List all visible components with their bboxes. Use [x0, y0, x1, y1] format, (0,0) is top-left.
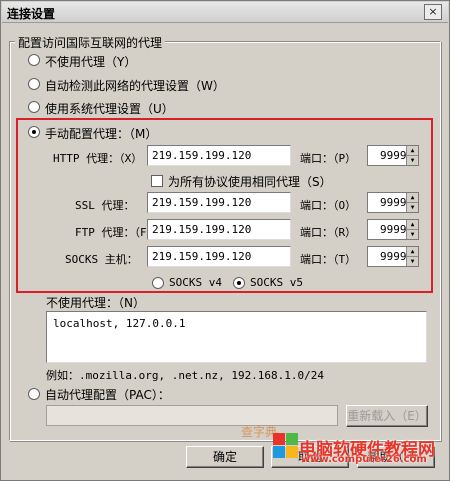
system-proxy-label: 使用系统代理设置（U） — [45, 102, 174, 116]
socks-v4-label: SOCKS v4 — [169, 276, 222, 289]
ssl-port-label: 端口：（O） — [300, 199, 357, 212]
connection-settings-dialog: 连接设置 × 配置访问国际互联网的代理 不使用代理（Y） 自动检测此网络的代理设… — [0, 0, 450, 481]
http-port-value: 9999 — [380, 149, 407, 162]
ftp-port-spinner[interactable]: 9999 ▲ ▼ — [367, 219, 419, 240]
close-button[interactable]: × — [424, 4, 442, 20]
radio-manual-proxy[interactable] — [28, 126, 40, 138]
title-bar: 连接设置 × — [2, 2, 448, 23]
ok-button[interactable]: 确定 — [186, 446, 264, 468]
http-proxy-label: HTTP 代理：（X） — [53, 152, 143, 165]
ssl-port-value: 9999 — [380, 196, 407, 209]
http-port-spinner[interactable]: 9999 ▲ ▼ — [367, 145, 419, 166]
ftp-proxy-input[interactable]: 219.159.199.120 — [147, 219, 291, 240]
socks-v5-label: SOCKS v5 — [250, 276, 303, 289]
spinner-arrows[interactable]: ▲ ▼ — [406, 146, 418, 165]
reload-button[interactable]: 重新载入（E） — [346, 405, 428, 427]
watermark-text-small: 查字典 — [241, 425, 278, 439]
socks-host-input[interactable]: 219.159.199.120 — [147, 246, 291, 267]
radio-auto-detect[interactable] — [28, 78, 40, 90]
ftp-proxy-label: FTP 代理：（F） — [75, 226, 158, 239]
ssl-proxy-input[interactable]: 219.159.199.120 — [147, 192, 291, 213]
same-proxy-label: 为所有协议使用相同代理（S） — [168, 175, 332, 189]
spinner-arrows[interactable]: ▲ ▼ — [406, 220, 418, 239]
auto-detect-label: 自动检测此网络的代理设置（W） — [45, 79, 225, 93]
ftp-port-value: 9999 — [380, 223, 407, 236]
socks-host-label: SOCKS 主机： — [65, 253, 138, 266]
watermark-url: www.computer26.com — [301, 454, 427, 465]
radio-socks-v4[interactable] — [152, 277, 164, 289]
radio-pac[interactable] — [28, 388, 40, 400]
manual-proxy-label: 手动配置代理：（M） — [45, 127, 158, 141]
pac-url-input[interactable] — [46, 405, 338, 426]
socks-port-label: 端口：（T） — [300, 253, 357, 266]
radio-no-proxy[interactable] — [28, 54, 40, 66]
http-proxy-input[interactable]: 219.159.199.120 — [147, 145, 291, 166]
no-proxy-label: 不使用代理（Y） — [45, 55, 137, 69]
group-label: 配置访问国际互联网的代理 — [15, 34, 166, 51]
ssl-proxy-label: SSL 代理： — [75, 199, 135, 212]
socks-port-spinner[interactable]: 9999 ▲ ▼ — [367, 246, 419, 267]
radio-socks-v5[interactable] — [233, 277, 245, 289]
ssl-port-spinner[interactable]: 9999 ▲ ▼ — [367, 192, 419, 213]
windows-logo-icon — [273, 433, 299, 459]
no-proxy-example: 例如：.mozilla.org, .net.nz, 192.168.1.0/24 — [46, 369, 325, 382]
spinner-arrows[interactable]: ▲ ▼ — [406, 193, 418, 212]
same-proxy-checkbox[interactable] — [151, 175, 163, 187]
http-port-label: 端口：（P） — [300, 152, 357, 165]
pac-label: 自动代理配置（PAC）： — [45, 388, 170, 402]
spinner-arrows[interactable]: ▲ ▼ — [406, 247, 418, 266]
no-proxy-for-textarea[interactable]: localhost, 127.0.0.1 — [46, 311, 427, 363]
radio-system-proxy[interactable] — [28, 101, 40, 113]
no-proxy-for-label: 不使用代理：（N） — [46, 296, 145, 310]
ftp-port-label: 端口：（R） — [300, 226, 357, 239]
socks-port-value: 9999 — [380, 250, 407, 263]
dialog-title: 连接设置 — [7, 7, 56, 21]
